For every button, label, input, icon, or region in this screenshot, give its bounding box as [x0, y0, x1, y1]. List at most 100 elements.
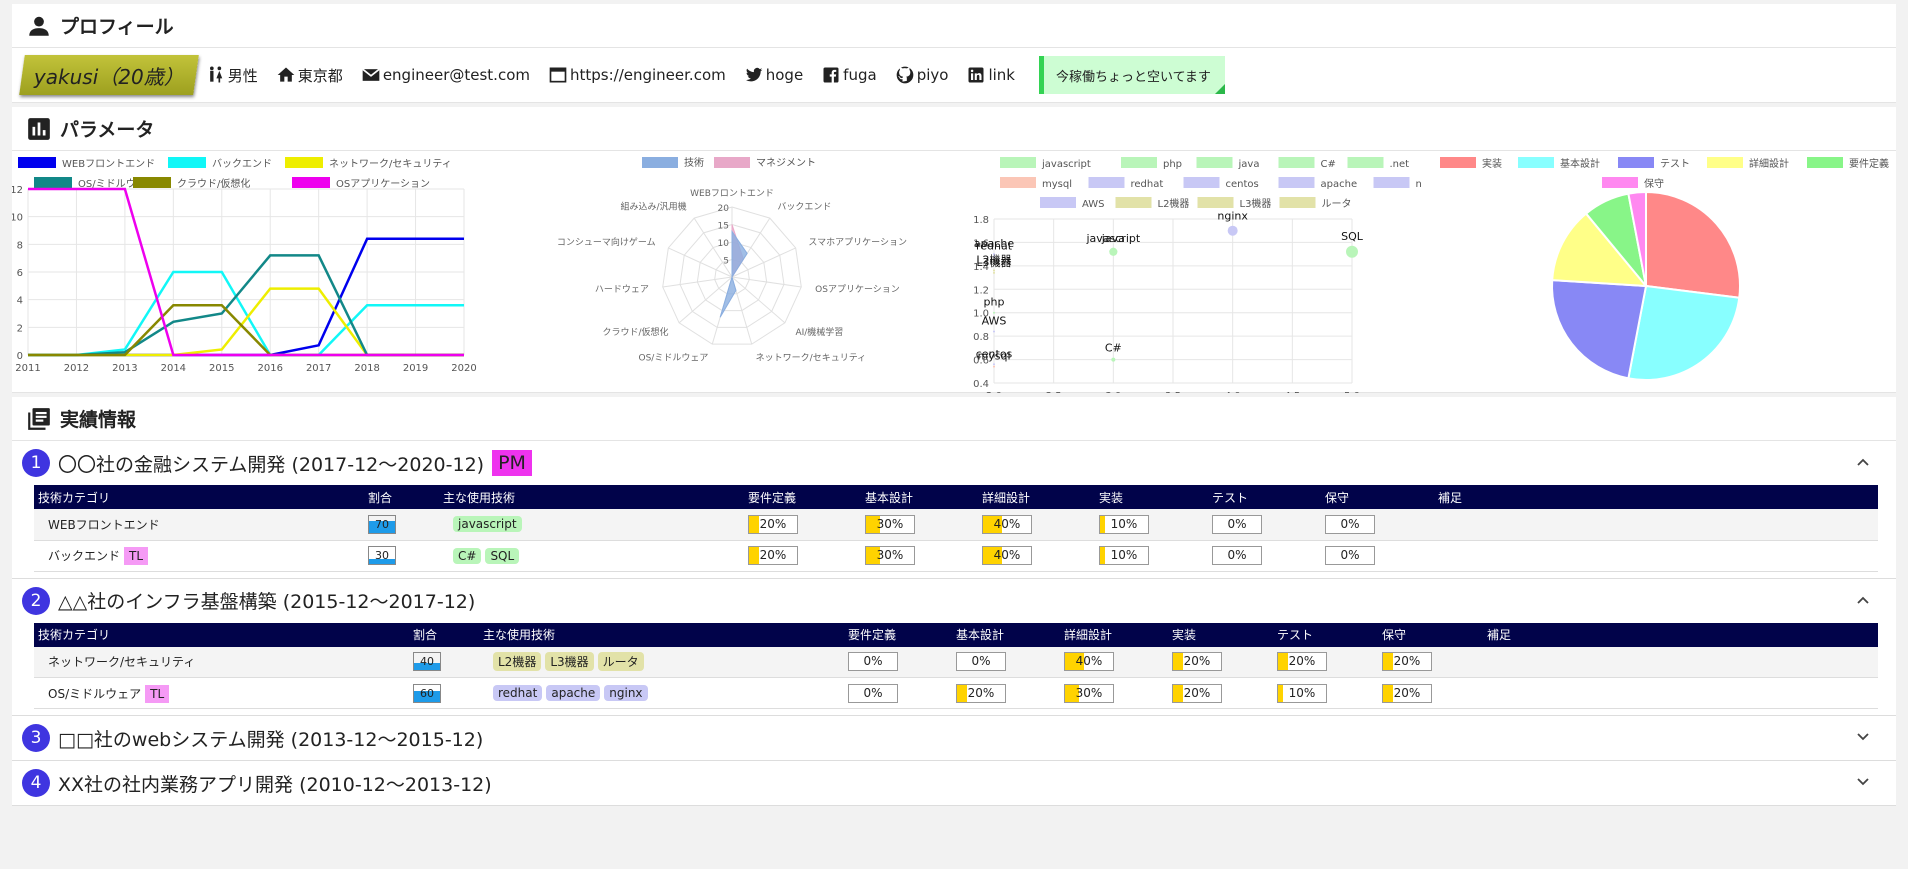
twitter-link[interactable]: hoge — [766, 66, 803, 84]
phase-gauge: 0% — [848, 652, 898, 672]
facebook-link[interactable]: fuga — [843, 66, 877, 84]
email-link[interactable]: engineer@test.com — [383, 66, 530, 84]
column-header: 要件定義 — [844, 622, 952, 647]
github-link[interactable]: piyo — [917, 66, 949, 84]
table-row: WEBフロントエンド 70 javascript 20% 30% 40% 10% 0% 0% — [34, 509, 1878, 541]
legend-swatch — [1278, 177, 1315, 188]
note-cell — [1434, 509, 1878, 541]
legend-label: centos — [1226, 179, 1259, 190]
x-tick-label: 2016 — [257, 363, 282, 374]
ratio-cell: 30 — [364, 540, 439, 572]
phase-cell: 20% — [744, 540, 861, 572]
radar-tick-label: 15 — [718, 222, 729, 232]
column-header: 基本設計 — [952, 622, 1060, 647]
bar-chart-icon — [28, 117, 50, 140]
ratio-value: 60 — [420, 686, 434, 700]
x-tick-label: 2018 — [354, 363, 379, 374]
chevron-up-icon[interactable] — [1856, 593, 1870, 607]
legend-label: C# — [1321, 159, 1336, 170]
project-item: 2 △△社のインフラ基盤構築 (2015-12〜2017-12) 技術カテゴリ 割合主… — [12, 578, 1896, 716]
legend-label: L2機器 — [1158, 197, 1190, 210]
legend-label: L3機器 — [1240, 197, 1272, 210]
chevron-down-icon[interactable] — [1856, 730, 1870, 744]
ratio-value: 70 — [375, 517, 389, 531]
pie-slice — [1627, 284, 1741, 381]
project-number-badge: 4 — [22, 769, 50, 797]
radar-axis-label: クラウド/仮想化 — [602, 326, 668, 338]
legend-swatch — [1602, 177, 1638, 188]
website[interactable]: https://engineer.com — [548, 65, 726, 85]
category-cell: OS/ミドルウェア TL — [34, 677, 409, 709]
tech-tag: javascript — [453, 516, 522, 533]
column-header: 割合 — [364, 485, 439, 509]
legend-label: 技術 — [684, 156, 704, 169]
column-header: 割合 — [409, 622, 479, 647]
legend-label: java — [1238, 159, 1260, 170]
scatter-point — [993, 363, 995, 366]
phase-value: 20% — [1288, 654, 1316, 669]
table-row: バックエンド TL 30 C# SQL 20% 30% 40% 10% 0% 0% — [34, 540, 1878, 572]
point-label: L3機器 — [976, 255, 1011, 269]
phase-gauge: 20% — [1382, 683, 1432, 703]
github[interactable]: piyo — [895, 65, 949, 85]
y-tick-label: 10 — [12, 213, 23, 224]
phase-gauge: 10% — [1099, 514, 1149, 534]
phase-gauge: 40% — [1064, 652, 1114, 672]
table-header-row: 技術カテゴリ 割合 主な使用技術 要件定義 基本設計 詳細設計 実装 テスト 保守 補足 — [34, 485, 1878, 509]
category-cell: WEBフロントエンド — [34, 509, 364, 541]
scatter-chart: javascript php java C# .net SQL mysql redhat cen… — [973, 157, 1422, 393]
ratio-gauge: 60 — [413, 683, 441, 703]
point-label: nginx — [1217, 210, 1248, 223]
column-header: テスト — [1208, 485, 1321, 509]
tech-tag: L3機器 — [545, 652, 594, 672]
phase-cell: 20% — [1168, 646, 1273, 678]
project-header[interactable]: 1 〇〇社の金融システム開発 (2017-12〜2020-12) PM — [12, 441, 1896, 485]
y-tick-label: 4 — [17, 296, 23, 307]
legend-swatch — [285, 157, 323, 168]
tech-tag: SQL — [485, 547, 520, 564]
email[interactable]: engineer@test.com — [361, 65, 530, 85]
table-row: OS/ミドルウェア TL 60 redhat apache nginx 0% 20% 30% 20… — [34, 677, 1878, 709]
radar-axis-label: ネットワーク/セキュリティ — [756, 353, 867, 364]
chevron-down-icon[interactable] — [1856, 775, 1870, 789]
chevron-up-icon[interactable] — [1856, 455, 1870, 469]
phase-cell: 20% — [952, 677, 1060, 709]
linkedin[interactable]: link — [966, 65, 1015, 85]
project-header[interactable]: 2 △△社のインフラ基盤構築 (2015-12〜2017-12) — [12, 578, 1896, 623]
ratio-gauge: 70 — [368, 514, 396, 534]
phase-fill — [957, 684, 967, 702]
twitter[interactable]: hoge — [744, 65, 803, 85]
project-number-badge: 3 — [22, 724, 50, 752]
category-cell: ネットワーク/セキュリティ — [34, 646, 409, 678]
project-header[interactable]: 3 □□社のwebシステム開発 (2013-12〜2015-12) — [12, 716, 1896, 760]
y-tick-label: 2 — [17, 323, 23, 334]
tech-cell: redhat apache nginx — [479, 677, 844, 709]
x-tick-label: 3.0 — [1105, 391, 1121, 393]
series-line — [28, 237, 464, 357]
website-link[interactable]: https://engineer.com — [570, 66, 726, 84]
x-tick-label: 4.5 — [1284, 391, 1300, 393]
tech-tag: redhat — [493, 685, 543, 701]
ratio-cell: 70 — [364, 509, 439, 541]
project-title: XX社の社内業務アプリ開発 (2010-12〜2013-12) — [58, 773, 492, 796]
legend-swatch — [1196, 157, 1233, 168]
legend-swatch — [1000, 157, 1036, 168]
project-title: △△社のインフラ基盤構築 (2015-12〜2017-12) — [58, 591, 476, 613]
y-tick-label: 0.4 — [973, 379, 989, 390]
linkedin-link[interactable]: link — [988, 66, 1015, 84]
project-header[interactable]: 4 XX社の社内業務アプリ開発 (2010-12〜2013-12) — [12, 761, 1896, 805]
legend-label: php — [1163, 159, 1182, 170]
legend-swatch — [1183, 177, 1220, 188]
project-table: 技術カテゴリ 割合 主な使用技術 要件定義 基本設計 詳細設計 実装 テスト 保守 補足 ネットワー… — [34, 622, 1878, 709]
radar-axis-label: バックエンド — [777, 201, 831, 212]
phase-value: 40% — [993, 548, 1021, 562]
phase-cell: 0% — [1208, 540, 1321, 572]
facebook[interactable]: fuga — [821, 65, 877, 85]
legend-swatch — [1088, 177, 1125, 188]
column-header: 保守 — [1321, 485, 1434, 509]
point-label: AWS — [982, 314, 1007, 327]
phase-gauge: 0% — [1212, 546, 1262, 565]
table-bottom-spacer — [12, 572, 1896, 578]
phase-value: 0% — [1227, 516, 1247, 531]
legend-label: 基本設計 — [1560, 157, 1600, 170]
